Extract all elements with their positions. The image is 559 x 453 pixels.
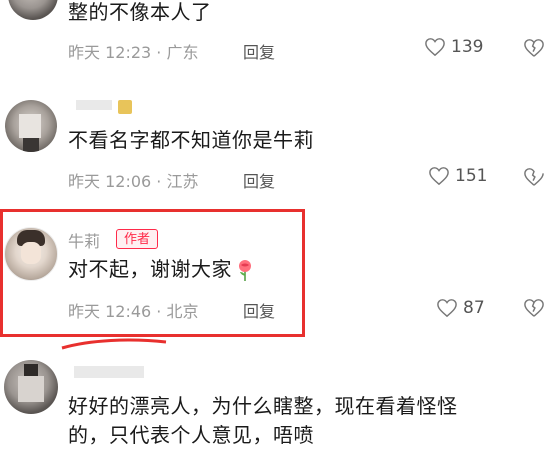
like-button[interactable]: 87 xyxy=(436,298,485,318)
username-censored xyxy=(74,366,144,378)
avatar[interactable] xyxy=(4,360,58,414)
username-censored xyxy=(76,100,112,110)
heart-icon xyxy=(437,299,457,318)
dislike-button[interactable] xyxy=(522,167,546,191)
author-badge: 作者 xyxy=(116,229,158,249)
comment-text: 不看名字都不知道你是牛莉 xyxy=(68,128,314,152)
comment-location: 广东 xyxy=(166,43,199,62)
rose-emoji xyxy=(239,259,251,281)
like-button[interactable]: 139 xyxy=(424,37,483,57)
heart-icon xyxy=(425,38,445,57)
comment-text: 对不起，谢谢大家 xyxy=(68,257,232,281)
meta-separator: · xyxy=(156,302,162,321)
like-count: 151 xyxy=(455,166,488,186)
comment-text-line: 好好的漂亮人，为什么瞎整，现在看着怪怪 xyxy=(68,394,458,418)
avatar[interactable] xyxy=(5,100,57,152)
comment-time: 昨天 12:46 xyxy=(68,302,152,321)
like-count: 139 xyxy=(451,37,484,57)
heart-icon xyxy=(429,167,449,186)
dislike-button[interactable] xyxy=(522,38,546,62)
comment-location: 北京 xyxy=(166,302,199,321)
comment-text-line: 的，只代表个人意见，唔喷 xyxy=(68,423,314,447)
like-button[interactable]: 151 xyxy=(428,166,487,186)
broken-heart-icon xyxy=(524,168,544,186)
comment-meta: 昨天 12:06 · 江苏 xyxy=(68,168,199,192)
level-badge-icon xyxy=(118,100,132,114)
comment-body: 对不起，谢谢大家 xyxy=(68,255,254,284)
comment-text: 整的不像本人了 xyxy=(68,0,212,24)
reply-button[interactable]: 回复 xyxy=(243,298,275,322)
comment-meta: 昨天 12:23 · 广东 xyxy=(68,39,199,63)
meta-separator: · xyxy=(156,172,162,191)
author-avatar[interactable] xyxy=(4,227,58,281)
meta-separator: · xyxy=(156,43,162,62)
author-name[interactable]: 牛莉 xyxy=(68,228,100,252)
broken-heart-icon xyxy=(524,299,544,317)
comment-meta: 昨天 12:46 · 北京 xyxy=(68,298,199,322)
comment-location: 江苏 xyxy=(166,172,199,191)
comment-time: 昨天 12:23 xyxy=(68,43,152,62)
avatar[interactable] xyxy=(8,0,58,20)
comment-time: 昨天 12:06 xyxy=(68,172,152,191)
dislike-button[interactable] xyxy=(522,298,546,322)
broken-heart-icon xyxy=(524,39,544,57)
annotation-arrow xyxy=(61,338,167,350)
like-count: 87 xyxy=(463,298,485,318)
reply-button[interactable]: 回复 xyxy=(243,39,275,63)
reply-button[interactable]: 回复 xyxy=(243,168,275,192)
